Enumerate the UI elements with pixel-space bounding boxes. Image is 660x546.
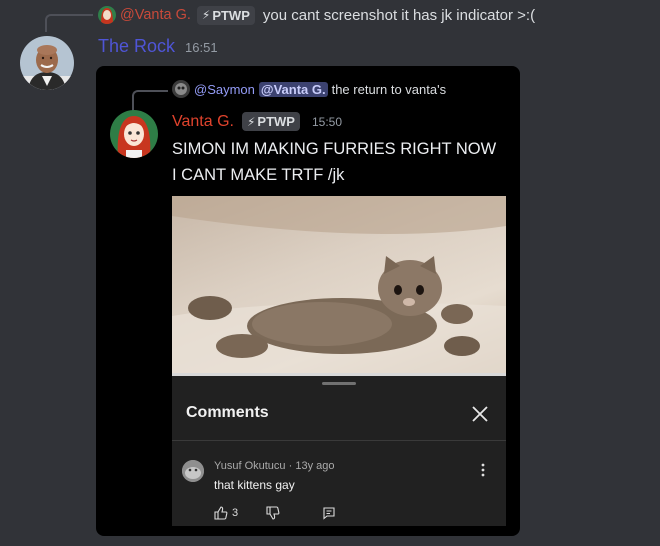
comments-title: Comments bbox=[186, 404, 269, 421]
thumbs-up-icon bbox=[214, 506, 228, 520]
reply-author-name[interactable]: @Vanta G. bbox=[120, 7, 191, 23]
lightning-icon: ⚡ bbox=[201, 8, 211, 22]
embed-message-header: Vanta G. ⚡ PTWP 15:50 bbox=[172, 112, 342, 131]
lightning-icon: ⚡ bbox=[246, 114, 256, 129]
comment-author: Yusuf Okutucu bbox=[214, 460, 286, 472]
message-header: The Rock 16:51 bbox=[98, 36, 218, 57]
embed-reply-avatar bbox=[172, 80, 190, 98]
kitten-video-frame bbox=[172, 196, 506, 376]
message-timestamp[interactable]: 16:51 bbox=[185, 40, 218, 55]
more-vert-icon bbox=[478, 462, 488, 478]
close-icon bbox=[470, 404, 490, 424]
embed-reply-text: the return to vanta's bbox=[331, 81, 447, 97]
reply-connector-line bbox=[45, 14, 93, 32]
comment-like-count: 3 bbox=[232, 507, 239, 519]
image-attachment[interactable]: @Saymon @Vanta G. the return to vanta's … bbox=[96, 66, 520, 536]
comment-meta: Yusuf Okutucu · 13y ago bbox=[214, 460, 335, 472]
sheet-drag-handle bbox=[322, 382, 356, 385]
sheet-divider bbox=[172, 440, 506, 441]
embed-timestamp: 15:50 bbox=[311, 114, 342, 129]
reply-author-avatar bbox=[98, 6, 116, 24]
comments-sheet: Comments Yusuf Okutucu · 13y ago that ki… bbox=[172, 376, 506, 526]
embed-message-text: SIMON IM MAKING FURRIES RIGHT NOW I CANT… bbox=[172, 140, 497, 184]
embed-server-tag: ⚡ PTWP bbox=[241, 112, 300, 131]
server-tag[interactable]: ⚡ PTWP bbox=[196, 5, 255, 25]
embed-author-name: Vanta G. bbox=[172, 112, 234, 130]
reply-icon bbox=[322, 506, 336, 520]
embed-reply-connector-line bbox=[132, 90, 168, 112]
embed-reply-author: @Saymon bbox=[194, 81, 255, 97]
comment-avatar bbox=[182, 460, 204, 482]
thumbs-down-icon bbox=[266, 506, 280, 520]
embed-author-avatar bbox=[110, 110, 158, 158]
reply-preview[interactable]: @Vanta G. ⚡ PTWP you cant screenshot it … bbox=[98, 4, 535, 26]
comment-text: that kittens gay bbox=[214, 478, 295, 492]
embed-reply-preview: @Saymon @Vanta G. the return to vanta's bbox=[172, 80, 446, 98]
reply-preview-text[interactable]: you cant screenshot it has jk indicator … bbox=[263, 7, 535, 24]
author-name[interactable]: The Rock bbox=[98, 36, 175, 57]
embed-reply-mention: @Vanta G. bbox=[258, 81, 328, 97]
comment-age: 13y ago bbox=[295, 460, 335, 472]
server-tag-label: PTWP bbox=[212, 7, 250, 23]
comment-actions: 3 bbox=[214, 506, 336, 520]
author-avatar[interactable] bbox=[20, 36, 74, 90]
embed-server-tag-label: PTWP bbox=[257, 114, 295, 129]
